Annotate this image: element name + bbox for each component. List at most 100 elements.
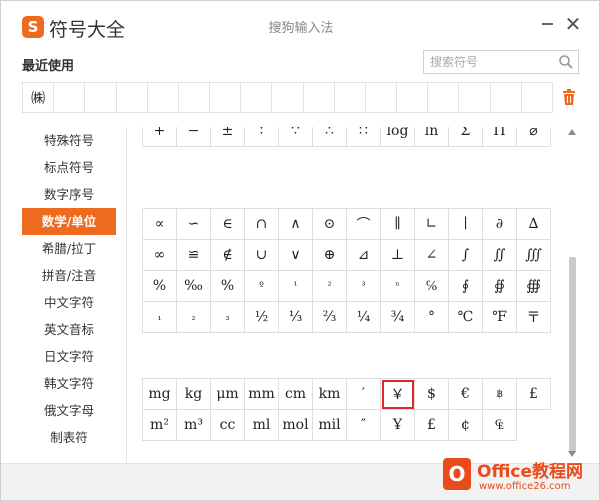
symbol-cell[interactable]: £ (415, 410, 449, 441)
symbol-cell[interactable]: ∥ (381, 209, 415, 240)
symbol-cell[interactable]: ℃ (449, 302, 483, 333)
recent-symbol-cell[interactable] (491, 83, 522, 112)
sidebar-item[interactable]: 日文字符 (22, 343, 116, 370)
symbol-cell[interactable]: ⊙ (313, 209, 347, 240)
symbol-cell[interactable]: $ (415, 379, 449, 410)
symbol-cell[interactable]: £ (517, 379, 551, 410)
symbol-cell[interactable]: m³ (177, 410, 211, 441)
minimize-button[interactable] (542, 23, 553, 25)
symbol-cell[interactable]: ∯ (483, 271, 517, 302)
recent-symbol-cell[interactable] (179, 83, 211, 112)
sidebar-item[interactable]: 数字序号 (22, 181, 116, 208)
recent-symbol-cell[interactable] (428, 83, 460, 112)
symbol-cell[interactable]: ￥ (381, 379, 415, 410)
symbol-cell[interactable]: ∽ (177, 209, 211, 240)
symbol-cell[interactable]: ₁ (143, 302, 177, 333)
symbol-cell[interactable]: mol (279, 410, 313, 441)
recent-symbol-cell[interactable]: ㈱ (23, 83, 55, 112)
symbol-cell[interactable]: ℅ (415, 271, 449, 302)
symbol-cell[interactable]: ¹ (279, 271, 313, 302)
symbol-cell[interactable]: ∆ (517, 209, 551, 240)
symbol-cell[interactable]: ∴ (313, 127, 347, 147)
symbol-cell[interactable]: ∭ (517, 240, 551, 271)
search-icon[interactable] (558, 54, 574, 70)
sidebar-item[interactable]: 中文字符 (22, 289, 116, 316)
scroll-thumb[interactable] (569, 257, 576, 453)
sidebar-item[interactable]: 数学/单位 (22, 208, 116, 235)
symbol-cell[interactable]: ₂ (177, 302, 211, 333)
symbol-cell[interactable]: ³ (347, 271, 381, 302)
recent-symbol-cell[interactable] (459, 83, 491, 112)
sidebar-item[interactable]: 标点符号 (22, 154, 116, 181)
sidebar-item[interactable]: 拼音/注音 (22, 262, 116, 289)
recent-symbol-cell[interactable] (522, 83, 552, 112)
symbol-cell[interactable]: m² (143, 410, 177, 441)
symbol-cell[interactable]: ∵ (279, 127, 313, 147)
symbol-cell[interactable]: ∠ (415, 240, 449, 271)
symbol-cell[interactable]: ‰ (177, 271, 211, 302)
symbol-cell[interactable]: % (211, 271, 245, 302)
symbol-cell[interactable]: ∉ (211, 240, 245, 271)
sidebar-item[interactable]: 特殊符号 (22, 127, 116, 154)
symbol-cell[interactable]: ⊥ (381, 240, 415, 271)
symbol-cell[interactable]: cc (211, 410, 245, 441)
symbol-cell[interactable]: cm (279, 379, 313, 410)
recent-symbol-cell[interactable] (54, 83, 86, 112)
symbol-cell[interactable]: ² (313, 271, 347, 302)
symbol-cell[interactable]: ± (211, 127, 245, 147)
symbol-cell[interactable]: kg (177, 379, 211, 410)
symbol-cell[interactable]: ∰ (517, 271, 551, 302)
symbol-cell[interactable]: ⌒ (347, 209, 381, 240)
symbol-cell[interactable]: ∈ (211, 209, 245, 240)
close-button[interactable]: ✕ (562, 13, 584, 35)
symbol-cell[interactable]: ⅔ (313, 302, 347, 333)
symbol-cell[interactable]: km (313, 379, 347, 410)
symbol-cell[interactable]: ° (415, 302, 449, 333)
sidebar-item[interactable]: 英文音标 (22, 316, 116, 343)
symbol-cell[interactable]: ₠ (483, 410, 517, 441)
sidebar-item[interactable]: 希腊/拉丁 (22, 235, 116, 262)
symbol-cell[interactable]: ¢ (449, 410, 483, 441)
symbol-cell[interactable]: mm (245, 379, 279, 410)
symbol-cell[interactable]: ″ (347, 410, 381, 441)
symbol-cell[interactable]: ℉ (483, 302, 517, 333)
symbol-cell[interactable]: ∟ (415, 209, 449, 240)
symbol-cell[interactable]: ∮ (449, 271, 483, 302)
symbol-cell[interactable]: ∷ (347, 127, 381, 147)
symbol-cell[interactable]: ′ (347, 379, 381, 410)
symbol-cell[interactable]: log (381, 127, 415, 147)
symbol-cell[interactable]: ∣ (449, 209, 483, 240)
symbol-cell[interactable]: mil (313, 410, 347, 441)
symbol-cell[interactable]: ∂ (483, 209, 517, 240)
symbol-cell[interactable]: ∧ (279, 209, 313, 240)
sidebar-item[interactable]: 制表符 (22, 424, 116, 451)
symbol-cell[interactable]: ∫ (449, 240, 483, 271)
symbol-cell[interactable]: ml (245, 410, 279, 441)
symbol-cell[interactable]: ⅓ (279, 302, 313, 333)
recent-symbol-cell[interactable] (335, 83, 366, 112)
vertical-scrollbar[interactable] (566, 127, 579, 463)
search-input[interactable] (430, 53, 550, 71)
symbol-cell[interactable]: μm (211, 379, 245, 410)
symbol-cell[interactable]: ¾ (381, 302, 415, 333)
symbol-cell[interactable]: ⊕ (313, 240, 347, 271)
recent-symbol-cell[interactable] (397, 83, 429, 112)
symbol-cell[interactable]: ₃ (211, 302, 245, 333)
sidebar-item[interactable]: 韩文字符 (22, 370, 116, 397)
symbol-cell[interactable]: € (449, 379, 483, 410)
recent-symbol-cell[interactable] (272, 83, 304, 112)
symbol-cell[interactable]: mg (143, 379, 177, 410)
trash-icon[interactable] (562, 89, 576, 105)
search-box[interactable] (423, 50, 579, 74)
symbol-cell[interactable]: º (245, 271, 279, 302)
symbol-cell[interactable]: ∩ (245, 209, 279, 240)
recent-symbol-cell[interactable] (241, 83, 273, 112)
recent-symbol-cell[interactable] (366, 83, 398, 112)
symbol-cell[interactable]: 〒 (517, 302, 551, 333)
symbol-cell[interactable]: ≌ (177, 240, 211, 271)
symbol-cell[interactable]: ⊿ (347, 240, 381, 271)
recent-symbol-cell[interactable] (117, 83, 148, 112)
symbol-cell[interactable]: Ұ (381, 410, 415, 441)
symbol-cell[interactable]: ½ (245, 302, 279, 333)
symbol-cell[interactable]: ∬ (483, 240, 517, 271)
